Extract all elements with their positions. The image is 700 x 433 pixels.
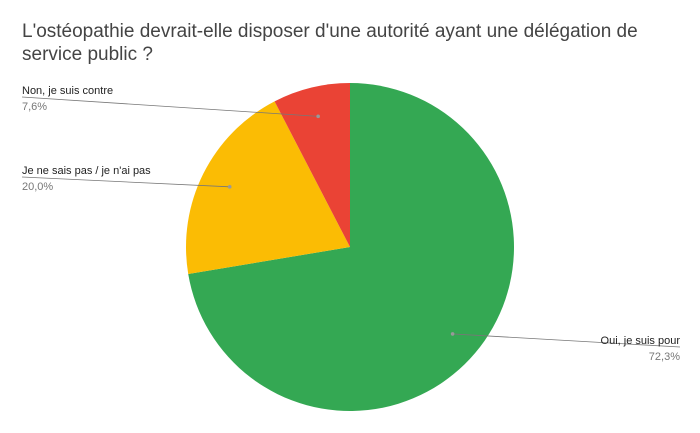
pie-chart: L'ostéopathie devrait-elle disposer d'un… [0, 0, 700, 433]
slice-value-label: 7,6% [22, 101, 47, 113]
pie-svg: Oui, je suis pour 72,3% Je ne sais pas / j… [21, 83, 681, 412]
slice-label: Non, je suis contre [22, 85, 113, 97]
leader-dot [450, 332, 455, 336]
slice-label: Oui, je suis pour [601, 335, 681, 347]
slice-value-label: 72,3% [649, 351, 680, 363]
slice-value-label: 20,0% [22, 181, 53, 193]
leader-dot [227, 185, 232, 189]
slice-label: Je ne sais pas / je n'ai pas [22, 165, 151, 177]
leader-dot [316, 114, 320, 119]
